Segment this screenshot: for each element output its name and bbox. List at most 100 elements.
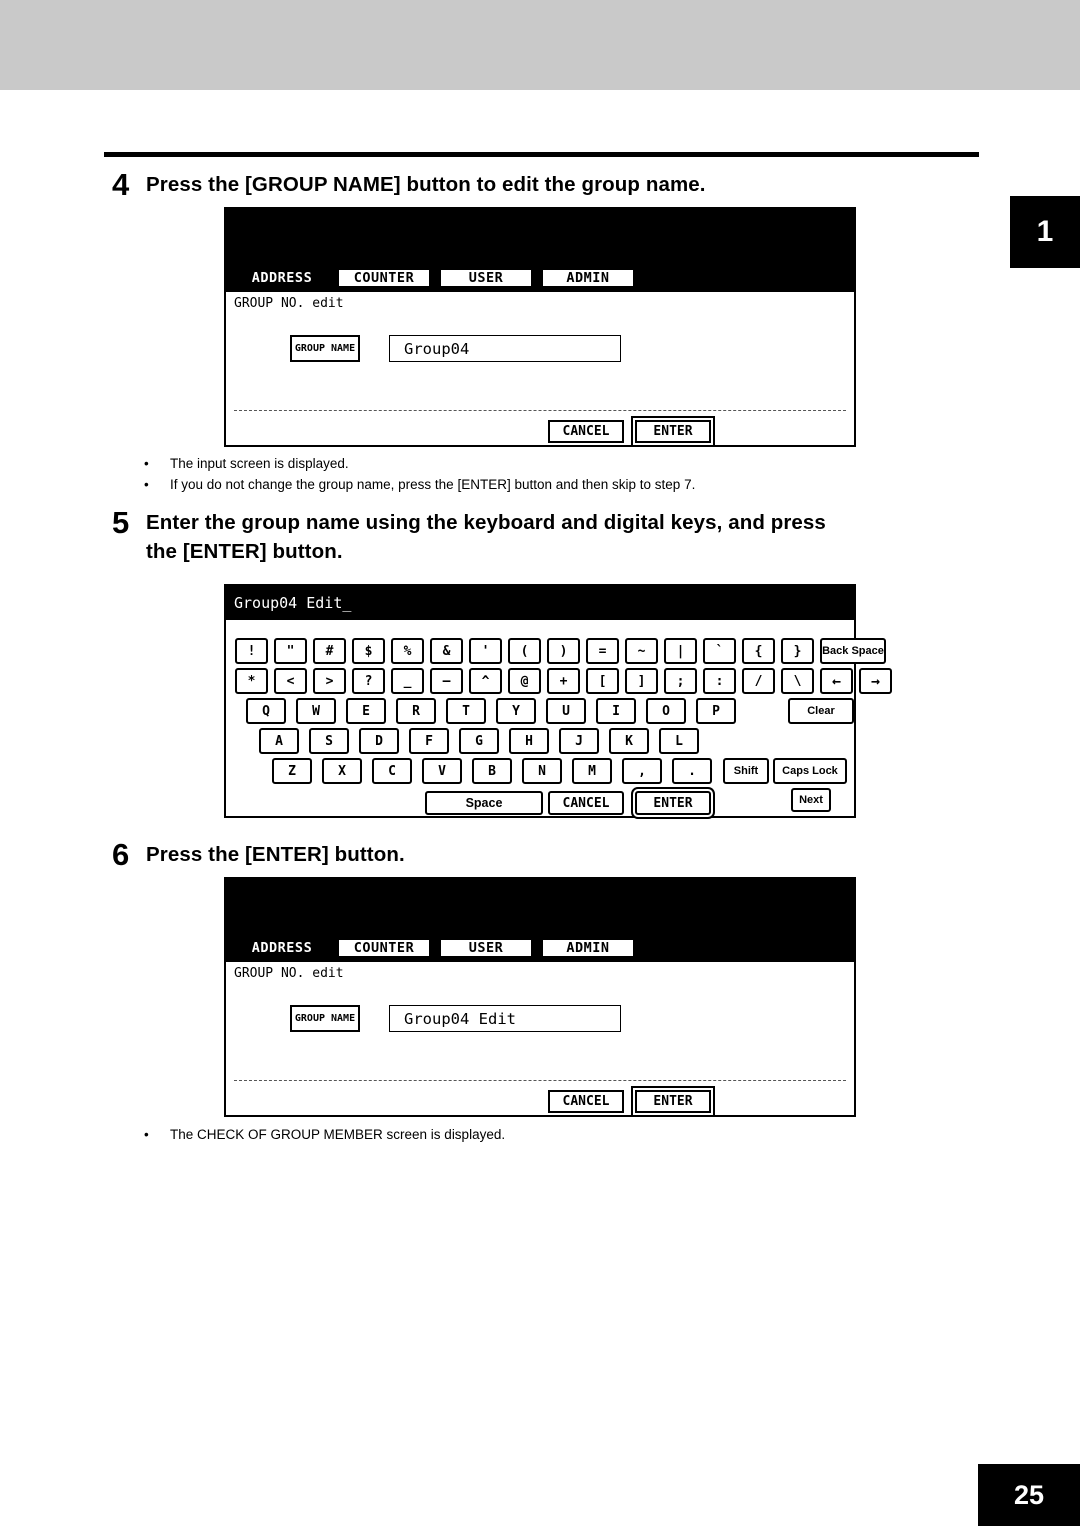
key-c[interactable]: C [372,758,412,784]
key-a[interactable]: A [259,728,299,754]
key-x[interactable]: X [322,758,362,784]
key-f[interactable]: F [409,728,449,754]
key-bracket-open[interactable]: [ [586,668,619,694]
key-equals[interactable]: = [586,638,619,664]
key-b[interactable]: B [472,758,512,784]
key-hash[interactable]: # [313,638,346,664]
bullet-dot: • [144,456,149,471]
cancel-button-step4[interactable]: CANCEL [548,420,624,443]
key-brace-open[interactable]: { [742,638,775,664]
key-backslash[interactable]: \ [781,668,814,694]
key-backtick[interactable]: ` [703,638,736,664]
key-slash[interactable]: / [742,668,775,694]
key-w[interactable]: W [296,698,336,724]
key-plus[interactable]: + [547,668,580,694]
key-o[interactable]: O [646,698,686,724]
key-semicolon[interactable]: ; [664,668,697,694]
tab-counter[interactable]: COUNTER [337,268,431,288]
step-5-title-line2: the [ENTER] button. [146,540,343,563]
group-name-button-step4[interactable]: GROUP NAME [290,335,360,362]
group-name-button-step6[interactable]: GROUP NAME [290,1005,360,1032]
key-r[interactable]: R [396,698,436,724]
key-tilde[interactable]: ~ [625,638,658,664]
bullet-item: • If you do not change the group name, p… [144,474,974,495]
key-apostrophe[interactable]: ' [469,638,502,664]
key-s[interactable]: S [309,728,349,754]
enter-button-step4[interactable]: ENTER [635,420,711,443]
key-k[interactable]: K [609,728,649,754]
entry-text: Group04 Edit_ [234,594,352,612]
key-paren-close[interactable]: ) [547,638,580,664]
key-z[interactable]: Z [272,758,312,784]
tab-admin[interactable]: ADMIN [541,268,635,288]
arrow-left-icon[interactable]: ← [820,668,853,694]
bullet-dot: • [144,477,149,492]
screen-divider [234,410,846,411]
tab-address[interactable]: ADDRESS [235,938,329,958]
key-underscore[interactable]: _ [391,668,424,694]
key-comma[interactable]: , [622,758,662,784]
key-clear[interactable]: Clear [788,698,854,724]
key-dollar[interactable]: $ [352,638,385,664]
arrow-right-icon[interactable]: → [859,668,892,694]
key-ampersand[interactable]: & [430,638,463,664]
next-button-step5[interactable]: Next [791,788,831,812]
key-brace-close[interactable]: } [781,638,814,664]
key-greater-than[interactable]: > [313,668,346,694]
key-less-than[interactable]: < [274,668,307,694]
key-caps-lock[interactable]: Caps Lock [773,758,847,784]
key-exclam[interactable]: ! [235,638,268,664]
key-paren-open[interactable]: ( [508,638,541,664]
key-caret[interactable]: ^ [469,668,502,694]
key-percent[interactable]: % [391,638,424,664]
key-bracket-close[interactable]: ] [625,668,658,694]
group-name-value-step6[interactable]: Group04 Edit [389,1005,621,1032]
key-g[interactable]: G [459,728,499,754]
key-pipe[interactable]: | [664,638,697,664]
key-t[interactable]: T [446,698,486,724]
key-d[interactable]: D [359,728,399,754]
bullet-text: The input screen is displayed. [170,456,349,471]
step-6: 6 Press the [ENTER] button. [112,839,992,870]
tab-user[interactable]: USER [439,268,533,288]
tab-admin[interactable]: ADMIN [541,938,635,958]
key-at[interactable]: @ [508,668,541,694]
key-y[interactable]: Y [496,698,536,724]
key-period[interactable]: . [672,758,712,784]
key-i[interactable]: I [596,698,636,724]
tab-user[interactable]: USER [439,938,533,958]
key-n[interactable]: N [522,758,562,784]
step-6-title: Press the [ENTER] button. [146,843,405,866]
key-l[interactable]: L [659,728,699,754]
chapter-tab-marker: 1 [1010,196,1080,268]
key-p[interactable]: P [696,698,736,724]
key-u[interactable]: U [546,698,586,724]
screen-divider [234,1080,846,1081]
lcd-screen-step6: ADDRESS COUNTER USER ADMIN GROUP NO. edi… [224,877,856,1117]
group-name-value-step4[interactable]: Group04 [389,335,621,362]
key-e[interactable]: E [346,698,386,724]
lcd-screen-step5: Group04 Edit_ ! " # $ % & ' ( ) = ~ | ` … [224,584,892,818]
section-rule [104,152,979,157]
tab-address[interactable]: ADDRESS [235,268,329,288]
cancel-button-step6[interactable]: CANCEL [548,1090,624,1113]
key-space[interactable]: Space [425,791,543,815]
key-back-space[interactable]: Back Space [820,638,886,664]
key-q[interactable]: Q [246,698,286,724]
enter-button-step5[interactable]: ENTER [635,791,711,815]
key-m[interactable]: M [572,758,612,784]
key-j[interactable]: J [559,728,599,754]
page-header-band [0,0,1080,90]
tab-counter[interactable]: COUNTER [337,938,431,958]
key-em-dash[interactable]: — [430,668,463,694]
cancel-button-step5[interactable]: CANCEL [548,791,624,815]
key-quote[interactable]: " [274,638,307,664]
key-colon[interactable]: : [703,668,736,694]
key-h[interactable]: H [509,728,549,754]
key-shift[interactable]: Shift [723,758,769,784]
enter-button-step6[interactable]: ENTER [635,1090,711,1113]
key-question[interactable]: ? [352,668,385,694]
key-asterisk[interactable]: * [235,668,268,694]
page-number-badge: 25 [978,1464,1080,1526]
key-v[interactable]: V [422,758,462,784]
